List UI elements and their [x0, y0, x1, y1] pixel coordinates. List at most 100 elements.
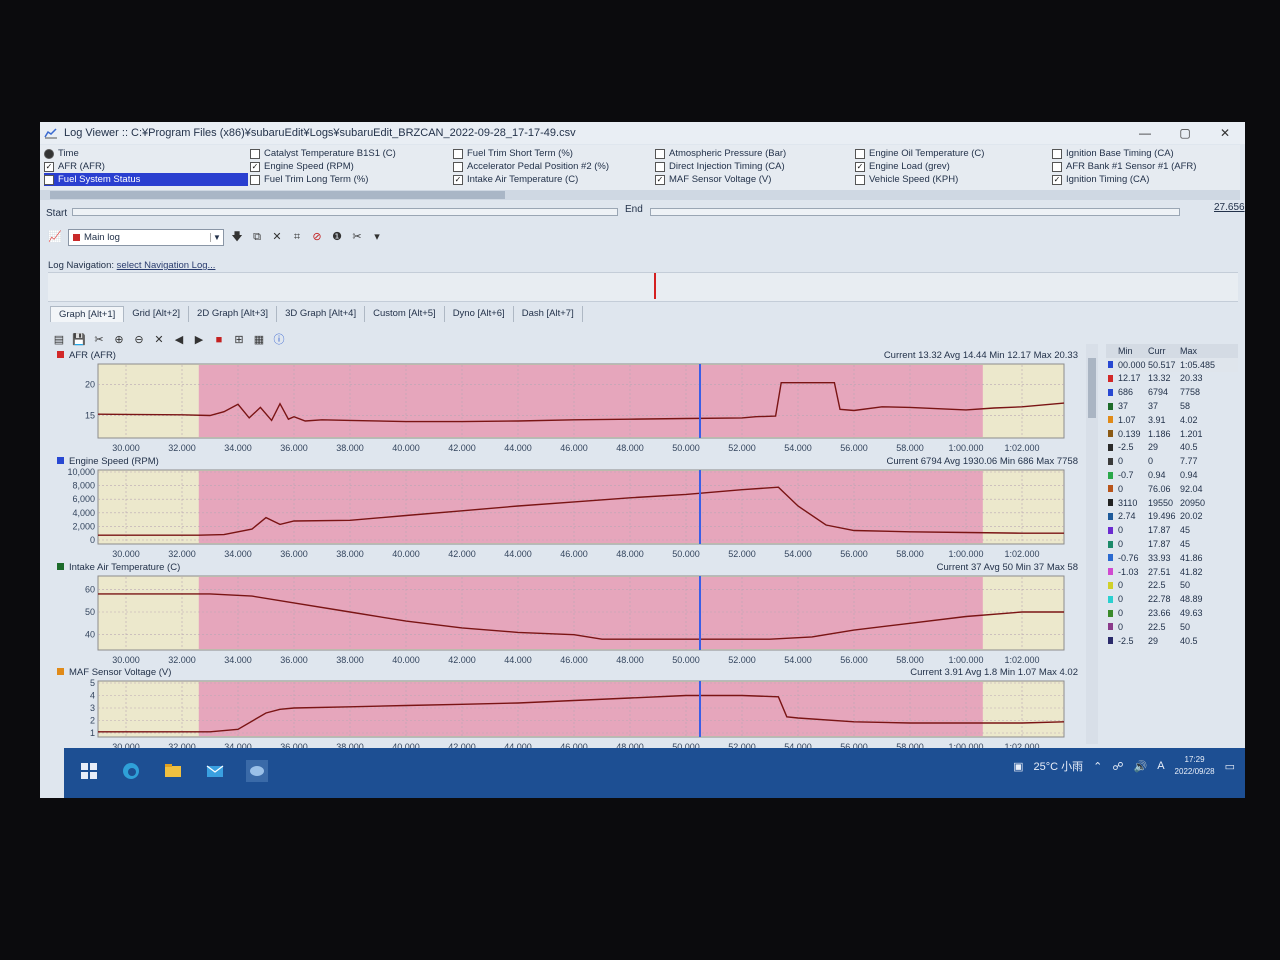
tab-graph[interactable]: Graph [Alt+1] [50, 306, 125, 322]
ime-indicator[interactable]: A [1157, 760, 1164, 772]
end-slider[interactable] [650, 208, 1180, 216]
navigation-strip[interactable] [48, 272, 1238, 302]
channel-checkbox[interactable] [655, 148, 665, 159]
channel-item[interactable]: ✓ AFR (AFR) [44, 160, 248, 173]
stats-row[interactable]: 2.74 19.496 20.02 [1106, 510, 1238, 524]
channel-checkbox[interactable] [655, 161, 665, 172]
channel-checkbox[interactable] [453, 161, 463, 172]
channel-item[interactable]: Fuel System Status [44, 173, 248, 186]
download-icon[interactable]: 🡇 [230, 230, 244, 244]
graph-afr[interactable]: AFR (AFR) Current 13.32 Avg 14.44 Min 12.… [54, 350, 1084, 454]
channel-checkbox[interactable]: ✓ [453, 174, 463, 185]
stats-row[interactable]: 0 17.87 45 [1106, 523, 1238, 537]
channel-item[interactable]: Accelerator Pedal Position #2 (%) [453, 160, 613, 173]
chevron-up-icon[interactable]: ⌃ [1093, 760, 1102, 773]
channel-checkbox[interactable] [855, 174, 865, 185]
dropdown-icon[interactable]: ▾ [370, 230, 384, 244]
record-icon[interactable]: ■ [212, 333, 226, 347]
channel-item[interactable]: ✓ Engine Speed (RPM) [250, 160, 400, 173]
windows-start-icon[interactable] [78, 760, 100, 782]
channel-item[interactable]: Fuel Trim Short Term (%) [453, 147, 613, 160]
edge-browser-icon[interactable] [120, 760, 142, 782]
notification-icon[interactable]: ▭ [1225, 760, 1235, 773]
minimize-button[interactable]: — [1125, 122, 1165, 144]
stats-row[interactable]: 0 22.5 50 [1106, 579, 1238, 593]
stats-row[interactable]: -1.03 27.51 41.82 [1106, 565, 1238, 579]
clock-icon[interactable] [44, 148, 54, 159]
chevron-down-icon[interactable]: ▼ [210, 232, 223, 242]
network-icon[interactable]: ☍ [1112, 760, 1123, 773]
stats-row[interactable]: 0 22.78 48.89 [1106, 592, 1238, 606]
channel-checkbox[interactable] [250, 174, 260, 185]
stats-row[interactable]: 0.139 1.186 1.201 [1106, 427, 1238, 441]
channel-checkbox[interactable] [1052, 161, 1062, 172]
info-icon[interactable]: ❶ [330, 230, 344, 244]
zoom-out-icon[interactable]: ⊖ [132, 333, 146, 347]
tab-custom[interactable]: Custom [Alt+5] [365, 306, 445, 322]
cut-icon[interactable]: ✂ [92, 333, 106, 347]
channel-item[interactable]: Ignition Base Timing (CA) [1052, 147, 1200, 160]
start-slider[interactable] [72, 208, 618, 216]
channel-item[interactable]: Time [44, 147, 248, 160]
channel-checkbox[interactable] [44, 174, 54, 185]
graph-intake-air-temp[interactable]: Intake Air Temperature (C) Current 37 Avg… [54, 562, 1084, 666]
channel-item[interactable]: Atmospheric Pressure (Bar) [655, 147, 790, 160]
channel-item[interactable]: Direct Injection Timing (CA) [655, 160, 790, 173]
mail-icon[interactable] [204, 760, 226, 782]
close-icon[interactable]: ✕ [270, 230, 284, 244]
nav-link[interactable]: select Navigation Log... [117, 260, 216, 271]
channel-item[interactable]: ✓ MAF Sensor Voltage (V) [655, 173, 790, 186]
channel-item[interactable]: ✓ Intake Air Temperature (C) [453, 173, 613, 186]
grid-icon[interactable]: ⊞ [232, 333, 246, 347]
stats-row[interactable]: 0 0 7.77 [1106, 454, 1238, 468]
stats-row[interactable]: 37 37 58 [1106, 399, 1238, 413]
stats-row[interactable]: 1.07 3.91 4.02 [1106, 413, 1238, 427]
maximize-button[interactable]: ▢ [1165, 122, 1205, 144]
scrollbar-thumb[interactable] [50, 191, 505, 199]
channel-checkbox[interactable]: ✓ [855, 161, 865, 172]
stop-icon[interactable]: ⊘ [310, 230, 324, 244]
tab-dash[interactable]: Dash [Alt+7] [514, 306, 583, 322]
stats-row[interactable]: 686 6794 7758 [1106, 385, 1238, 399]
channel-checkbox[interactable]: ✓ [655, 174, 665, 185]
stats-row[interactable]: 0 17.87 45 [1106, 537, 1238, 551]
clock[interactable]: 17:29 2022/09/28 [1175, 754, 1215, 778]
tab-3d[interactable]: 3D Graph [Alt+4] [277, 306, 366, 322]
weather-text[interactable]: 25°C 小雨 [1034, 758, 1084, 774]
stats-row[interactable]: -2.5 29 40.5 [1106, 634, 1238, 648]
previous-icon[interactable]: ◀ [172, 333, 186, 347]
channel-checkbox[interactable]: ✓ [250, 161, 260, 172]
tools-icon[interactable]: ✂ [350, 230, 364, 244]
channel-item[interactable]: AFR Bank #1 Sensor #1 (AFR) [1052, 160, 1200, 173]
subaruedit-app-icon[interactable] [246, 760, 268, 782]
channel-scrollbar[interactable] [40, 190, 1240, 200]
channel-checkbox[interactable] [250, 148, 260, 159]
graph-settings-icon[interactable]: ⌗ [290, 230, 304, 244]
tab-dyno[interactable]: Dyno [Alt+6] [445, 306, 514, 322]
channel-checkbox[interactable] [1052, 148, 1062, 159]
graph-engine-speed[interactable]: Engine Speed (RPM) Current 6794 Avg 1930.… [54, 456, 1084, 560]
stats-row[interactable]: 00.000 50.517 1:05.485 [1106, 357, 1238, 372]
graph-scrollbar-thumb[interactable] [1088, 358, 1096, 418]
channel-item[interactable]: Vehicle Speed (KPH) [855, 173, 988, 186]
stats-row[interactable]: -2.5 29 40.5 [1106, 441, 1238, 455]
stats-row[interactable]: 0 76.06 92.04 [1106, 482, 1238, 496]
tab-2d[interactable]: 2D Graph [Alt+3] [189, 306, 278, 322]
channel-checkbox[interactable] [453, 148, 463, 159]
channel-checkbox[interactable] [855, 148, 865, 159]
next-icon[interactable]: ▶ [192, 333, 206, 347]
file-explorer-icon[interactable] [162, 760, 184, 782]
stats-row[interactable]: 0 23.66 49.63 [1106, 606, 1238, 620]
zoom-in-icon[interactable]: ⊕ [112, 333, 126, 347]
tab-grid[interactable]: Grid [Alt+2] [124, 306, 190, 322]
about-icon[interactable]: ⓘ [272, 333, 286, 347]
open-icon[interactable]: ▤ [52, 333, 66, 347]
nav-position-marker[interactable] [654, 273, 656, 299]
stats-row[interactable]: -0.7 0.94 0.94 [1106, 468, 1238, 482]
graph-scrollbar[interactable] [1086, 344, 1098, 744]
channel-item[interactable]: Engine Oil Temperature (C) [855, 147, 988, 160]
channel-item[interactable]: ✓ Ignition Timing (CA) [1052, 173, 1200, 186]
volume-icon[interactable]: 🔊 [1134, 760, 1148, 773]
channel-checkbox[interactable]: ✓ [44, 161, 54, 172]
channel-item[interactable]: ✓ Engine Load (grev) [855, 160, 988, 173]
